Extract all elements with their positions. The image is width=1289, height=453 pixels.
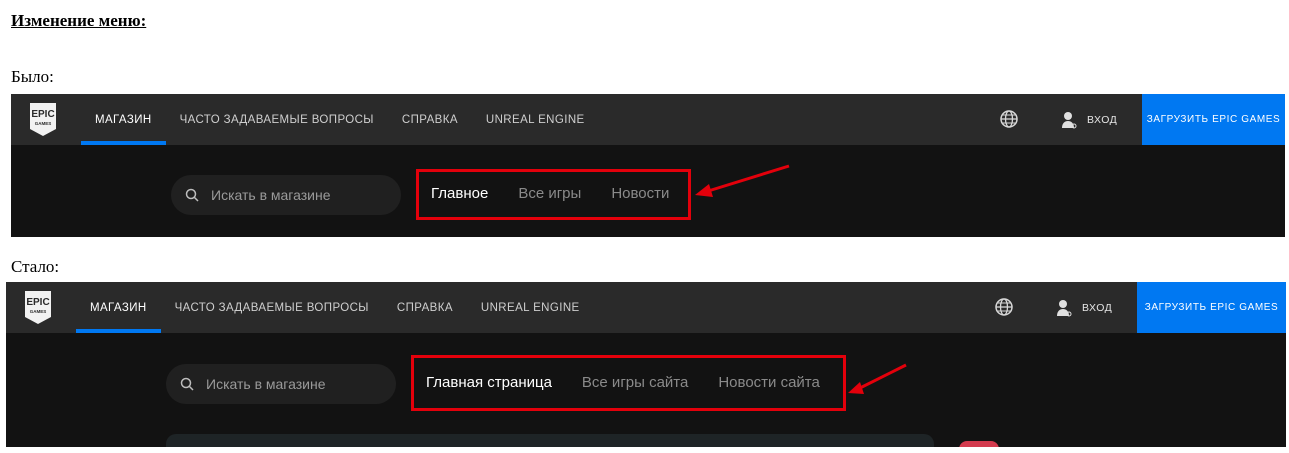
search-icon [185,188,199,202]
nav-store[interactable]: МАГАЗИН [81,94,166,145]
epic-games-logo[interactable]: EPIC GAMES [28,102,58,137]
signin-label: ВХОД [1087,113,1118,126]
nav-faq[interactable]: ЧАСТО ЗАДАВАЕМЫЕ ВОПРОСЫ [166,94,388,145]
promo-banner [166,434,934,447]
svg-text:EPIC: EPIC [31,109,54,120]
before-screenshot: EPIC GAMES МАГАЗИН ЧАСТО ЗАДАВАЕМЫЕ ВОПР… [11,94,1285,237]
search-input[interactable]: Искать в магазине [166,364,396,404]
globe-icon[interactable] [994,297,1014,317]
search-placeholder: Искать в магазине [211,187,331,203]
svg-text:GAMES: GAMES [30,309,47,314]
epic-games-logo[interactable]: EPIC GAMES [23,290,53,325]
before-label: Было: [11,67,54,86]
red-arrow [848,363,907,394]
after-label: Стало: [11,257,60,276]
top-nav-bar: EPIC GAMES МАГАЗИН ЧАСТО ЗАДАВАЕМЫЕ ВОПР… [6,282,1286,333]
highlight-box [411,355,846,411]
search-input[interactable]: Искать в магазине [171,175,401,215]
signin-button[interactable]: ВХОД [1061,94,1117,145]
after-screenshot: EPIC GAMES МАГАЗИН ЧАСТО ЗАДАВАЕМЫЕ ВОПР… [6,282,1286,447]
user-icon [1062,111,1077,128]
red-arrow [695,164,790,197]
signin-label: ВХОД [1082,301,1113,314]
highlight-box [416,169,691,220]
nav-store[interactable]: МАГАЗИН [76,282,161,333]
main-nav: МАГАЗИН ЧАСТО ЗАДАВАЕМЫЕ ВОПРОСЫ СПРАВКА… [76,282,594,333]
user-icon [1057,299,1072,316]
top-nav-bar: EPIC GAMES МАГАЗИН ЧАСТО ЗАДАВАЕМЫЕ ВОПР… [11,94,1285,145]
svg-text:GAMES: GAMES [35,121,52,126]
svg-text:EPIC: EPIC [26,297,49,308]
globe-icon[interactable] [999,109,1019,129]
search-placeholder: Искать в магазине [206,376,326,392]
page-heading: Изменение меню: [11,11,147,30]
search-icon [180,377,194,391]
download-button[interactable]: ЗАГРУЗИТЬ EPIC GAMES [1142,94,1285,145]
nav-unreal-engine[interactable]: UNREAL ENGINE [472,94,599,145]
nav-unreal-engine[interactable]: UNREAL ENGINE [467,282,594,333]
main-nav: МАГАЗИН ЧАСТО ЗАДАВАЕМЫЕ ВОПРОСЫ СПРАВКА… [81,94,599,145]
nav-faq[interactable]: ЧАСТО ЗАДАВАЕМЫЕ ВОПРОСЫ [161,282,383,333]
download-button[interactable]: ЗАГРУЗИТЬ EPIC GAMES [1137,282,1286,333]
promo-badge [959,441,999,447]
nav-help[interactable]: СПРАВКА [388,94,472,145]
signin-button[interactable]: ВХОД [1056,282,1112,333]
nav-help[interactable]: СПРАВКА [383,282,467,333]
